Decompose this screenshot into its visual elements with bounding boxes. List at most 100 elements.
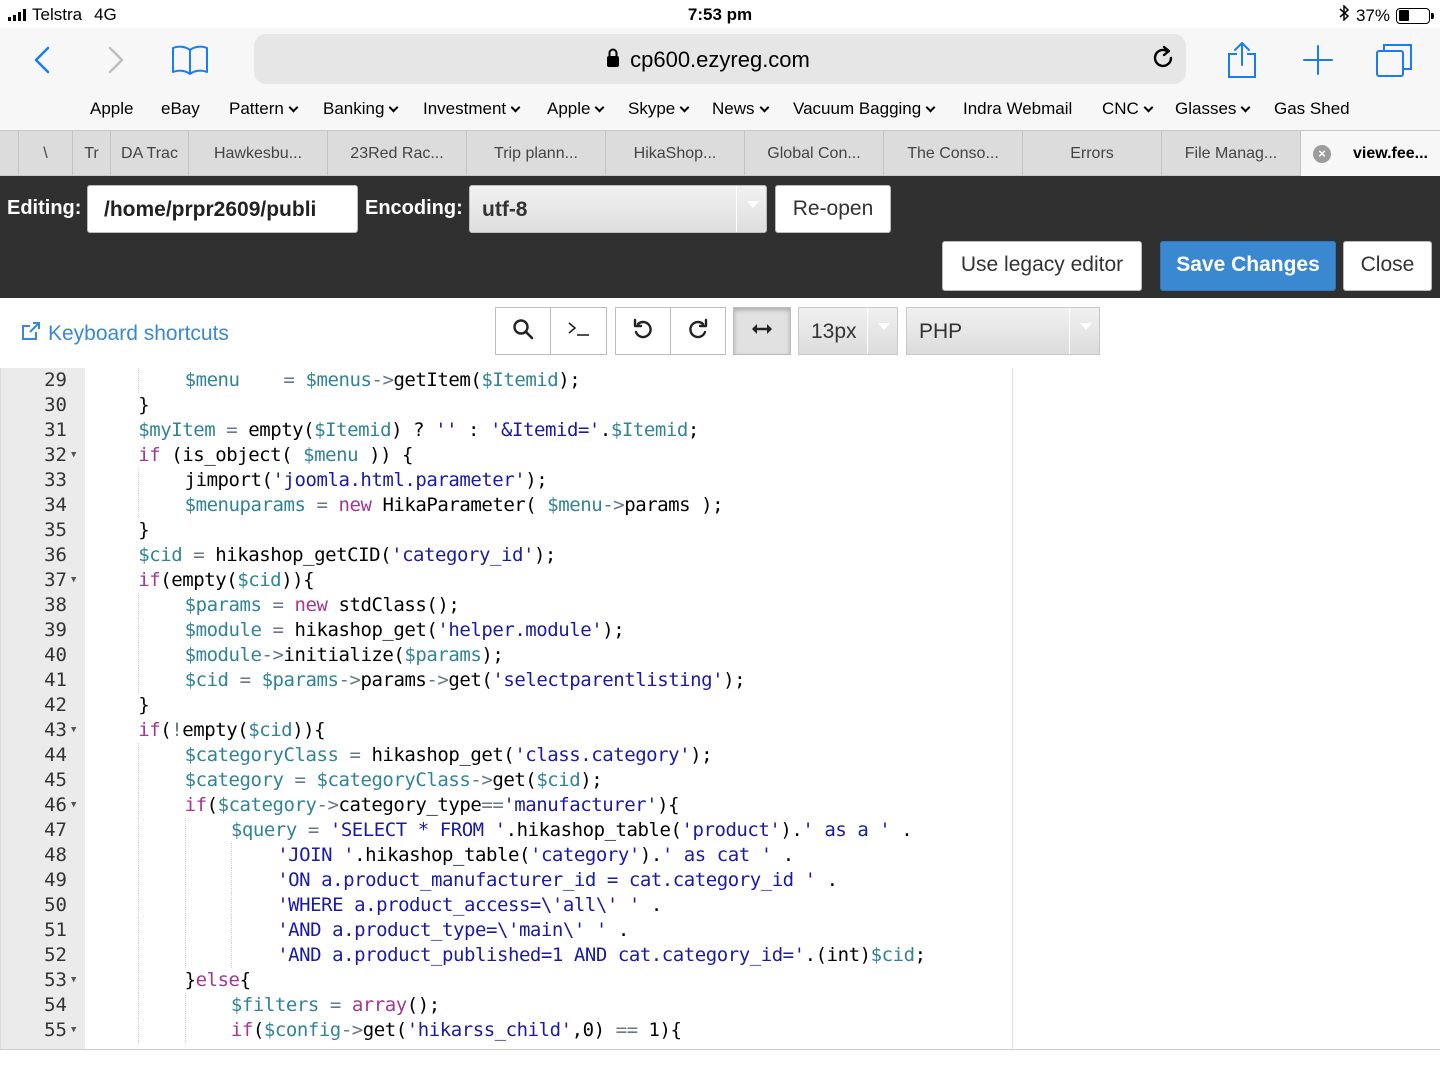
code-line[interactable]: 43 ▼ if(!empty($cid)){ [0,718,1440,743]
code-token: -> [316,794,339,816]
reopen-button[interactable]: Re-open [775,185,891,233]
url-text: cp600.ezyreg.com [630,47,810,72]
encoding-select[interactable]: utf-8 [469,185,767,233]
code-line[interactable]: 39 $module = hikashop_get('helper.module'… [0,618,1440,643]
tab-10[interactable]: Errors [1022,131,1161,176]
code-line[interactable]: 45 $category = $categoryClass->get($cid); [0,768,1440,793]
code-token: $menu [303,444,359,466]
fold-arrow-icon[interactable]: ▼ [71,443,76,468]
fold-arrow-icon[interactable]: ▼ [71,793,76,818]
tab-5[interactable]: 23Red Rac... [327,131,466,176]
code-line[interactable]: 47 $query = 'SELECT * FROM '.hikashop_tab… [0,818,1440,843]
code-line[interactable]: 48 'JOIN '.hikashop_table('category').' a… [0,843,1440,868]
code-line[interactable]: 33 jimport('joomla.html.parameter'); [0,468,1440,493]
tab-1[interactable]: \ [18,131,72,176]
tab-2[interactable]: Tr [72,131,110,176]
favorite-gas-shed[interactable]: Gas Shed [1274,99,1350,119]
favorite-label: News [712,99,755,118]
code-line[interactable]: 36 $cid = hikashop_getCID('category_id'); [0,543,1440,568]
code-line[interactable]: 54 $filters = array(); [0,993,1440,1018]
code-token: jimport( [184,469,273,491]
fold-arrow-icon[interactable]: ▼ [71,568,76,593]
tab-4[interactable]: Hawkesbu... [188,131,327,176]
keyboard-shortcuts-link[interactable]: Keyboard shortcuts [20,320,229,348]
fold-arrow-icon[interactable]: ▼ [71,1018,76,1043]
code-line[interactable]: 30} [0,393,1440,418]
tab-7[interactable]: HikaShop... [605,131,744,176]
forward-icon[interactable] [92,36,140,84]
favorite-investment[interactable]: Investment [423,99,521,119]
code-editor[interactable]: 29 $menu = $menus->getItem($Itemid); 30} 31… [0,368,1440,1050]
code-line[interactable]: 41 $cid = $params->params->get('selectpar… [0,668,1440,693]
favorite-indra-webmail[interactable]: Indra Webmail [963,99,1072,119]
code-line[interactable]: 51 'AND a.product_type=\'main\' ' . [0,918,1440,943]
favorite-apple[interactable]: Apple [90,99,133,119]
favorite-pattern[interactable]: Pattern [229,99,299,119]
code-line[interactable]: 50 'WHERE a.product_access=\'all\' ' . [0,893,1440,918]
favorite-banking[interactable]: Banking [323,99,399,119]
reload-icon[interactable] [1150,45,1176,76]
tab-active[interactable]: × view.fee... [1300,131,1440,176]
new-tab-plus-icon[interactable] [1294,36,1342,84]
line-number: 53 [44,969,67,991]
redo-button[interactable] [670,307,726,355]
code-line[interactable]: 37 ▼ if(empty($cid)){ [0,568,1440,593]
command-line-button[interactable] [550,307,607,355]
favorite-ebay[interactable]: eBay [161,99,200,119]
code-token: stdClass(); [327,594,460,616]
favorite-skype[interactable]: Skype [628,99,690,119]
code-line[interactable]: 38 $params = new stdClass(); [0,593,1440,618]
code-line[interactable]: 46 ▼ if($category->category_type=='manufac… [0,793,1440,818]
tab-9[interactable]: The Conso... [883,131,1022,176]
code-line[interactable]: 35} [0,518,1440,543]
favorite-vacuum-bagging[interactable]: Vacuum Bagging [793,99,936,119]
indent-guide [138,1018,140,1043]
language-mode-select[interactable]: PHP [906,307,1100,355]
undo-button[interactable] [615,307,671,355]
back-icon[interactable] [18,36,66,84]
favorite-label: Gas Shed [1274,99,1350,118]
tab-6[interactable]: Trip plann... [466,131,605,176]
favorite-apple-folder[interactable]: Apple [547,99,605,119]
fold-arrow-icon[interactable]: ▼ [71,718,76,743]
code-line[interactable]: 53 ▼}else{ [0,968,1440,993]
wrap-toggle-button[interactable] [733,307,791,355]
bluetooth-icon [1339,4,1350,26]
code-line[interactable]: 29 $menu = $menus->getItem($Itemid); [0,368,1440,393]
code-line[interactable]: 52 'AND a.product_published=1 AND cat.cat… [0,943,1440,968]
legacy-editor-button[interactable]: Use legacy editor [942,241,1142,291]
close-button[interactable]: Close [1343,241,1432,291]
address-bar[interactable]: cp600.ezyreg.com [254,34,1186,84]
tab-3[interactable]: DA Trac [110,131,188,176]
code-line[interactable]: 31 $myItem = empty($Itemid) ? '' : '&Item… [0,418,1440,443]
code-line[interactable]: 49 'ON a.product_manufacturer_id = cat.ca… [0,868,1440,893]
code-line[interactable]: 32 ▼ if (is_object( $menu )) { [0,443,1440,468]
close-tab-icon[interactable]: × [1313,145,1331,163]
tabs-overview-icon[interactable] [1370,36,1418,84]
bookmarks-icon[interactable] [166,36,214,84]
code-line[interactable]: 40 $module->initialize($params); [0,643,1440,668]
code-line[interactable]: 55 ▼ if($config->get('hikarss_child',0) ==… [0,1018,1440,1043]
code-line[interactable]: 42} [0,693,1440,718]
code-token: hikashop_get( [360,744,515,766]
favorite-news[interactable]: News [712,99,769,119]
font-size-select[interactable]: 13px [798,307,898,355]
share-icon[interactable] [1218,36,1266,84]
code-token: -> [470,769,493,791]
tab-8[interactable]: Global Con... [744,131,883,176]
file-path-field[interactable]: /home/prpr2609/publi [87,185,358,233]
save-changes-button[interactable]: Save Changes [1160,241,1336,291]
tab-11[interactable]: File Manag... [1161,131,1300,176]
fold-arrow-icon[interactable]: ▼ [71,968,76,993]
favorite-cnc[interactable]: CNC [1102,99,1154,119]
search-button[interactable] [495,307,551,355]
code-text: } [138,693,149,718]
code-line[interactable]: 44 $categoryClass = hikashop_get('class.c… [0,743,1440,768]
code-token: get( [492,769,537,791]
code-line[interactable]: 34 $menuparams = new HikaParameter( $menu… [0,493,1440,518]
line-number: 41 [44,669,67,691]
favorite-glasses[interactable]: Glasses [1175,99,1251,119]
tab-bar: \ Tr DA Trac Hawkesbu... 23Red Rac... Tr… [0,130,1440,176]
